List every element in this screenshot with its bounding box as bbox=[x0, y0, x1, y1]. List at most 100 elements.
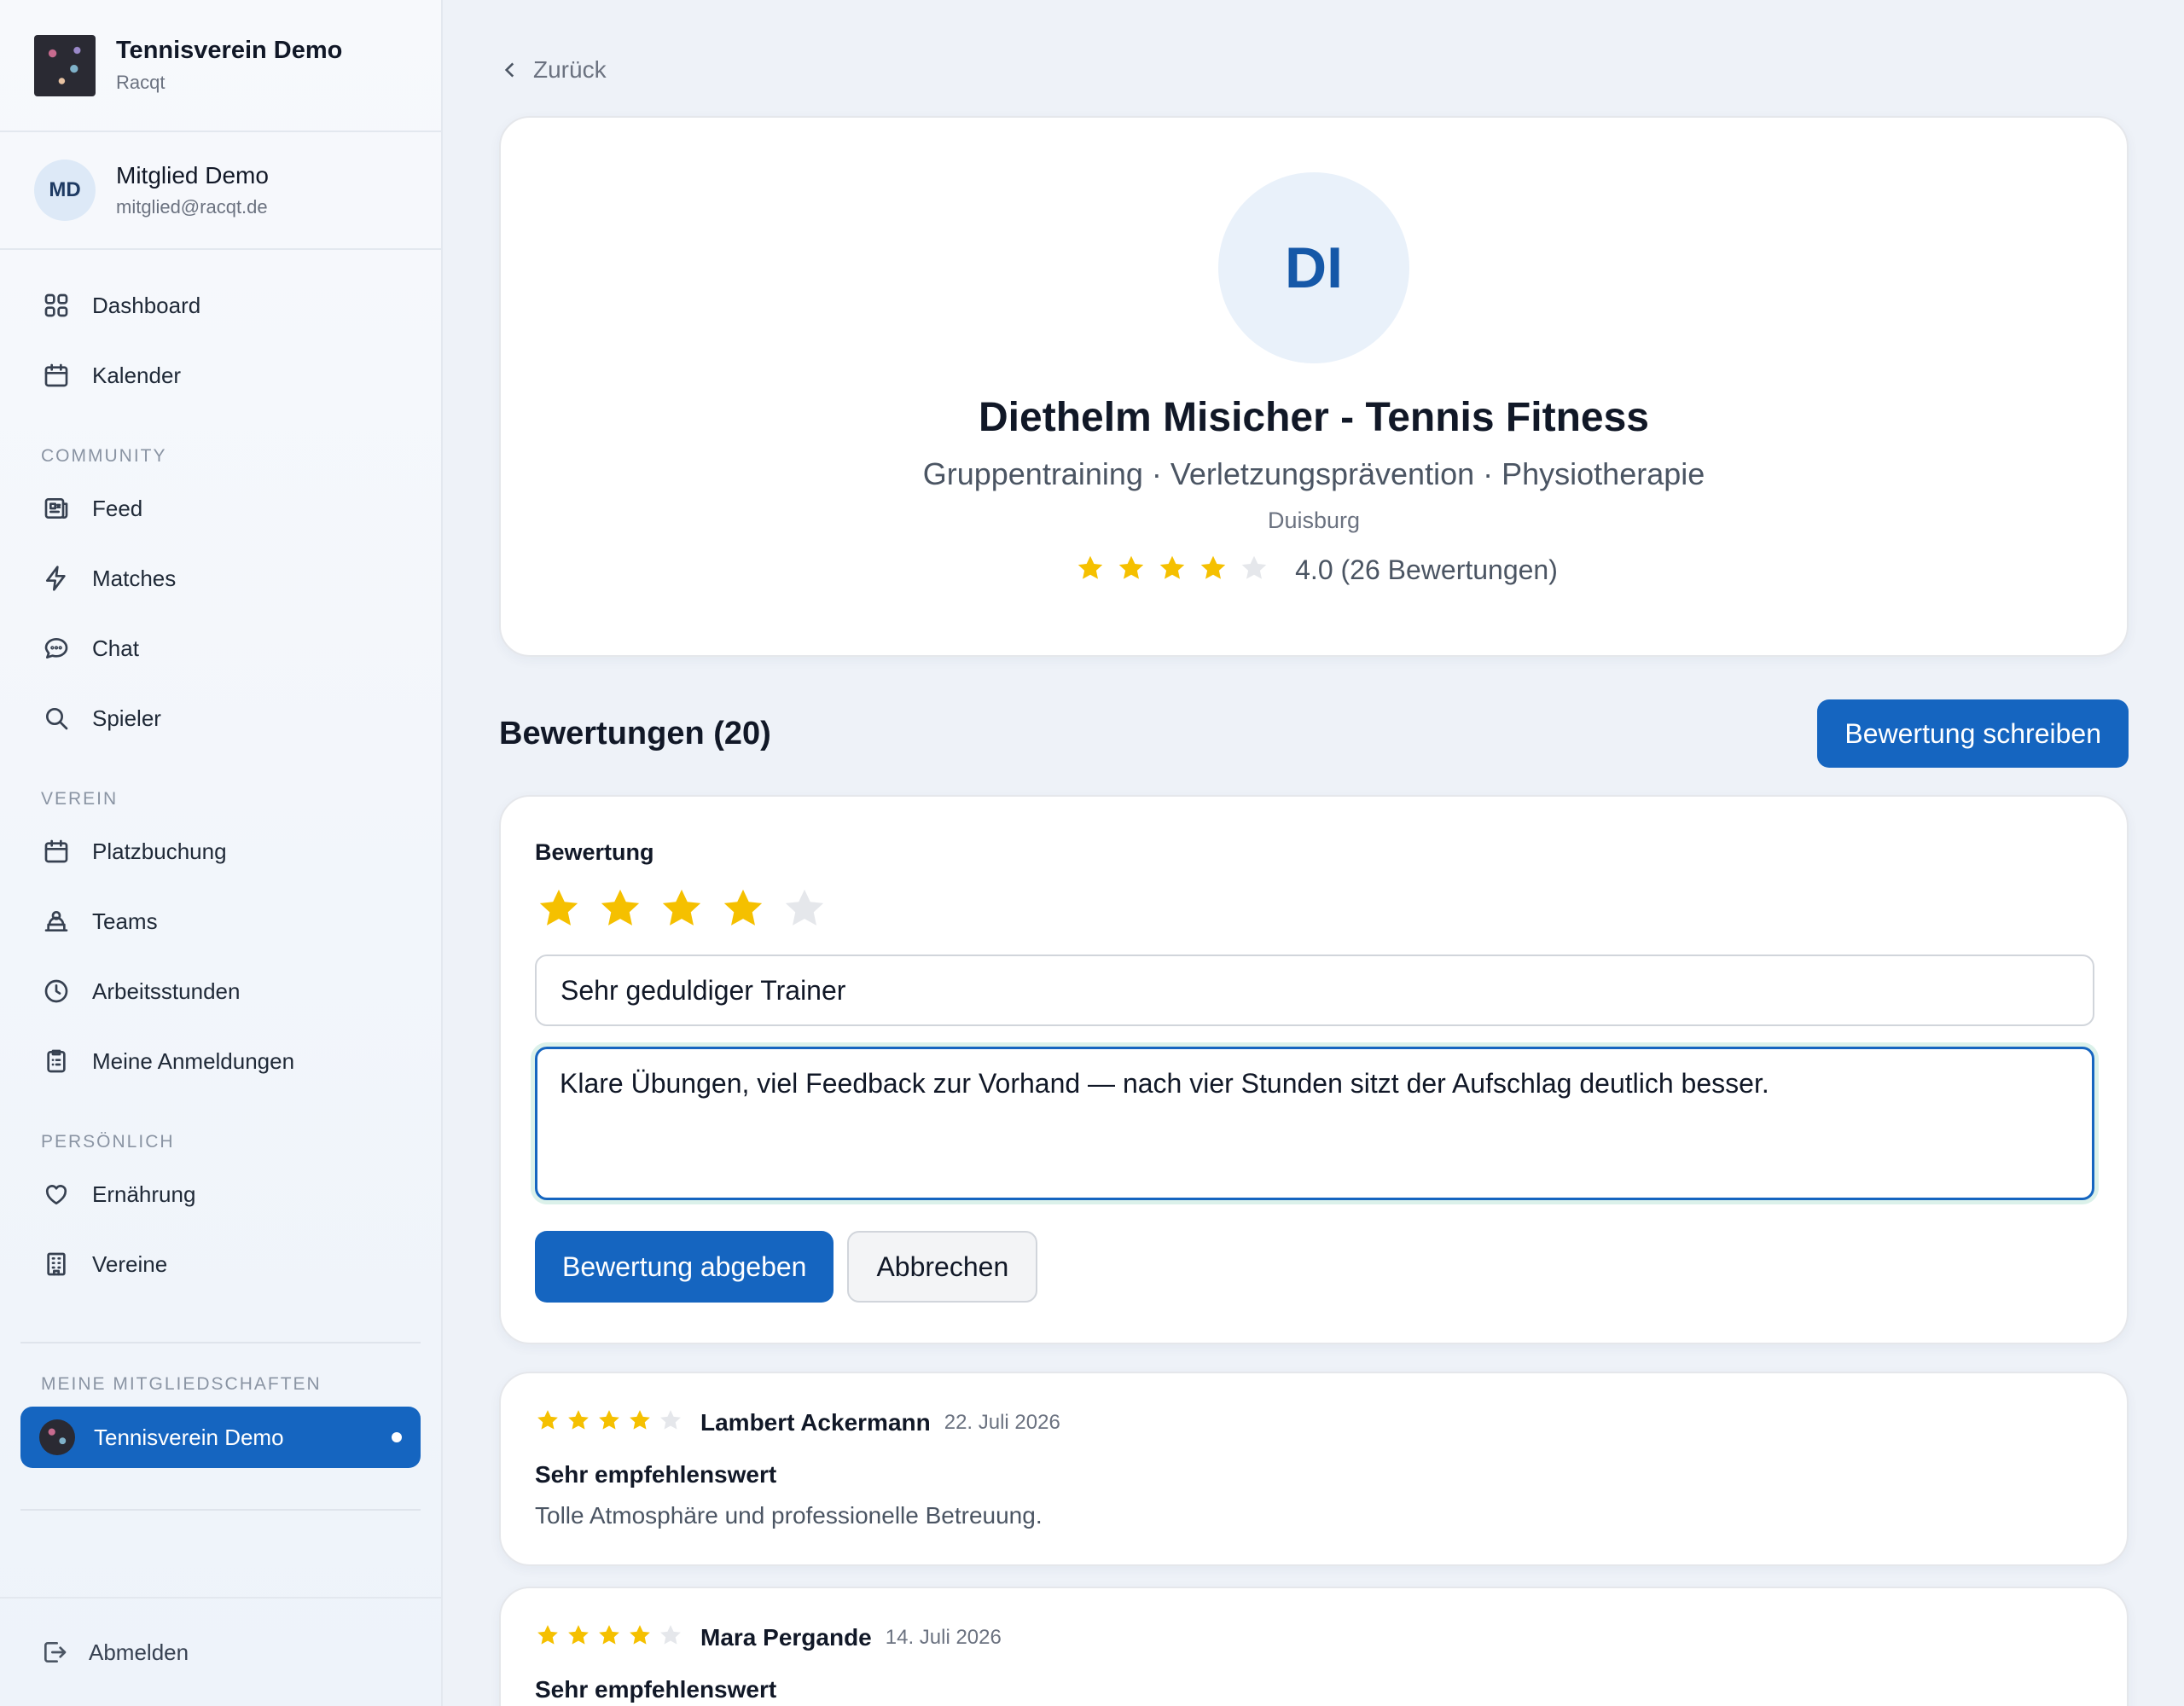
profile-city: Duisburg bbox=[1267, 508, 1361, 533]
team-icon bbox=[41, 906, 72, 937]
review-stars bbox=[535, 1622, 688, 1652]
cancel-button[interactable]: Abbrechen bbox=[847, 1231, 1038, 1303]
star-filled-icon bbox=[1159, 555, 1185, 579]
sidebar-item-dashboard[interactable]: Dashboard bbox=[0, 270, 441, 340]
review-body-field[interactable]: Klare Übungen, viel Feedback zur Vorhand… bbox=[535, 1047, 2094, 1200]
sidebar-item-vereine[interactable]: Vereine bbox=[0, 1229, 441, 1299]
membership-label: Tennisverein Demo bbox=[94, 1424, 284, 1450]
sidebar-item-meine-anmeldungen[interactable]: Meine Anmeldungen bbox=[0, 1026, 441, 1096]
search-icon bbox=[41, 703, 72, 734]
star-filled-icon bbox=[537, 1410, 558, 1430]
sidebar-item-label: Chat bbox=[92, 635, 139, 661]
rating-stars bbox=[1070, 553, 1275, 588]
brand-sub: Racqt bbox=[116, 72, 166, 93]
review-title: Sehr empfehlenswert bbox=[535, 1461, 777, 1488]
sidebar-item-label: Matches bbox=[92, 565, 177, 591]
clipboard-icon bbox=[41, 1046, 72, 1076]
sidebar-item-label: Platzbuchung bbox=[92, 838, 227, 864]
reviews-header: Bewertungen (20) Bewertung schreiben bbox=[499, 699, 2129, 768]
sidebar-item-label: Dashboard bbox=[92, 292, 201, 318]
sidebar: Tennisverein Demo Racqt MD Mitglied Demo… bbox=[0, 0, 443, 1706]
star-empty-icon bbox=[660, 1625, 681, 1645]
star-empty-icon[interactable] bbox=[781, 885, 828, 932]
sidebar-item-label: Feed bbox=[92, 495, 143, 521]
logout-icon bbox=[41, 1639, 68, 1666]
sidebar-item-teams[interactable]: Teams bbox=[0, 886, 441, 956]
star-filled-icon bbox=[630, 1625, 650, 1645]
star-filled-icon bbox=[1200, 555, 1226, 579]
back-label: Zurück bbox=[533, 56, 607, 83]
star-filled-icon[interactable] bbox=[596, 885, 644, 932]
profile-tags: Gruppentraining · Verletzungsprävention … bbox=[922, 456, 1705, 491]
brand[interactable]: Tennisverein Demo Racqt bbox=[0, 0, 441, 132]
review-card: Mara Pergande 14. Juli 2026 Sehr empfehl… bbox=[499, 1587, 2129, 1706]
sidebar-item-label: Meine Anmeldungen bbox=[92, 1047, 295, 1074]
membership-item-active[interactable]: Tennisverein Demo bbox=[20, 1407, 421, 1468]
star-filled-icon bbox=[599, 1410, 619, 1430]
calendar-icon bbox=[41, 360, 72, 391]
review-date: 22. Juli 2026 bbox=[944, 1410, 1060, 1434]
sidebar-item-spieler[interactable]: Spieler bbox=[0, 683, 441, 753]
divider bbox=[20, 1509, 421, 1511]
star-filled-icon bbox=[1118, 555, 1144, 579]
star-empty-icon bbox=[660, 1410, 681, 1430]
star-filled-icon bbox=[1077, 555, 1103, 579]
review-body: Tolle Atmosphäre und professionelle Betr… bbox=[535, 1502, 1043, 1529]
write-review-button[interactable]: Bewertung schreiben bbox=[1817, 699, 2129, 768]
user-email: mitglied@racqt.de bbox=[116, 196, 268, 218]
rating-summary: 4.0 (26 Bewertungen) bbox=[501, 553, 2127, 588]
reviews-title: Bewertungen (20) bbox=[499, 715, 771, 751]
review-title-field[interactable]: Sehr geduldiger Trainer bbox=[535, 955, 2094, 1026]
section-label-personal: PERSÖNLICH bbox=[41, 1132, 175, 1152]
section-label-community: COMMUNITY bbox=[41, 446, 167, 466]
star-filled-icon bbox=[568, 1410, 589, 1430]
star-filled-icon[interactable] bbox=[658, 885, 706, 932]
star-filled-icon bbox=[537, 1625, 558, 1645]
chevron-left-icon bbox=[504, 62, 514, 78]
sidebar-item-kalender[interactable]: Kalender bbox=[0, 340, 441, 410]
trainer-profile-card: DI Diethelm Misicher - Tennis Fitness Gr… bbox=[499, 116, 2129, 657]
page-title: Diethelm Misicher - Tennis Fitness bbox=[979, 395, 1649, 440]
sidebar-item-label: Kalender bbox=[92, 362, 182, 388]
brand-name: Tennisverein Demo bbox=[116, 37, 343, 64]
calendar-icon bbox=[41, 836, 72, 867]
active-dot-icon bbox=[392, 1432, 402, 1442]
section-label-verein: VEREIN bbox=[41, 789, 119, 809]
sidebar-item-feed[interactable]: Feed bbox=[0, 473, 441, 543]
back-link[interactable]: Zurück bbox=[499, 56, 607, 84]
review-stars bbox=[535, 1407, 688, 1437]
sidebar-item-label: Spieler bbox=[92, 705, 161, 731]
star-filled-icon bbox=[568, 1625, 589, 1645]
review-form: Bewertung Sehr geduldiger Trainer Klare … bbox=[499, 795, 2129, 1344]
sidebar-nav: Dashboard Kalender COMMUNITY Feed Matche… bbox=[0, 250, 441, 1511]
sidebar-item-matches[interactable]: Matches bbox=[0, 543, 441, 613]
star-filled-icon[interactable] bbox=[719, 885, 767, 932]
sidebar-item-ernaehrung[interactable]: Ernährung bbox=[0, 1159, 441, 1229]
sidebar-item-arbeitsstunden[interactable]: Arbeitsstunden bbox=[0, 956, 441, 1026]
sidebar-item-chat[interactable]: Chat bbox=[0, 613, 441, 683]
rating-input[interactable] bbox=[535, 885, 2093, 932]
review-date: 14. Juli 2026 bbox=[885, 1625, 1002, 1649]
user-name: Mitglied Demo bbox=[116, 162, 269, 189]
review-author: Lambert Ackermann bbox=[700, 1408, 931, 1436]
star-filled-icon bbox=[630, 1410, 650, 1430]
avatar: MD bbox=[34, 160, 96, 221]
submit-review-button[interactable]: Bewertung abgeben bbox=[535, 1231, 834, 1303]
sidebar-item-label: Teams bbox=[92, 908, 158, 934]
star-empty-icon bbox=[1241, 555, 1267, 579]
club-logo bbox=[39, 1419, 75, 1455]
rating-label: Bewertung bbox=[535, 839, 654, 865]
divider bbox=[20, 1342, 421, 1343]
logout-button[interactable]: Abmelden bbox=[0, 1597, 441, 1706]
star-filled-icon bbox=[599, 1625, 619, 1645]
logout-label: Abmelden bbox=[89, 1639, 189, 1665]
building-icon bbox=[41, 1249, 72, 1280]
user-profile[interactable]: MD Mitglied Demo mitglied@racqt.de bbox=[0, 132, 441, 250]
review-author: Mara Pergande bbox=[700, 1623, 872, 1651]
section-label-memberships: MEINE MITGLIEDSCHAFTEN bbox=[41, 1374, 322, 1394]
sidebar-item-platzbuchung[interactable]: Platzbuchung bbox=[0, 816, 441, 886]
heart-icon bbox=[41, 1179, 72, 1210]
review-title: Sehr empfehlenswert bbox=[535, 1676, 777, 1703]
star-filled-icon[interactable] bbox=[535, 885, 583, 932]
sidebar-item-label: Arbeitsstunden bbox=[92, 978, 241, 1004]
